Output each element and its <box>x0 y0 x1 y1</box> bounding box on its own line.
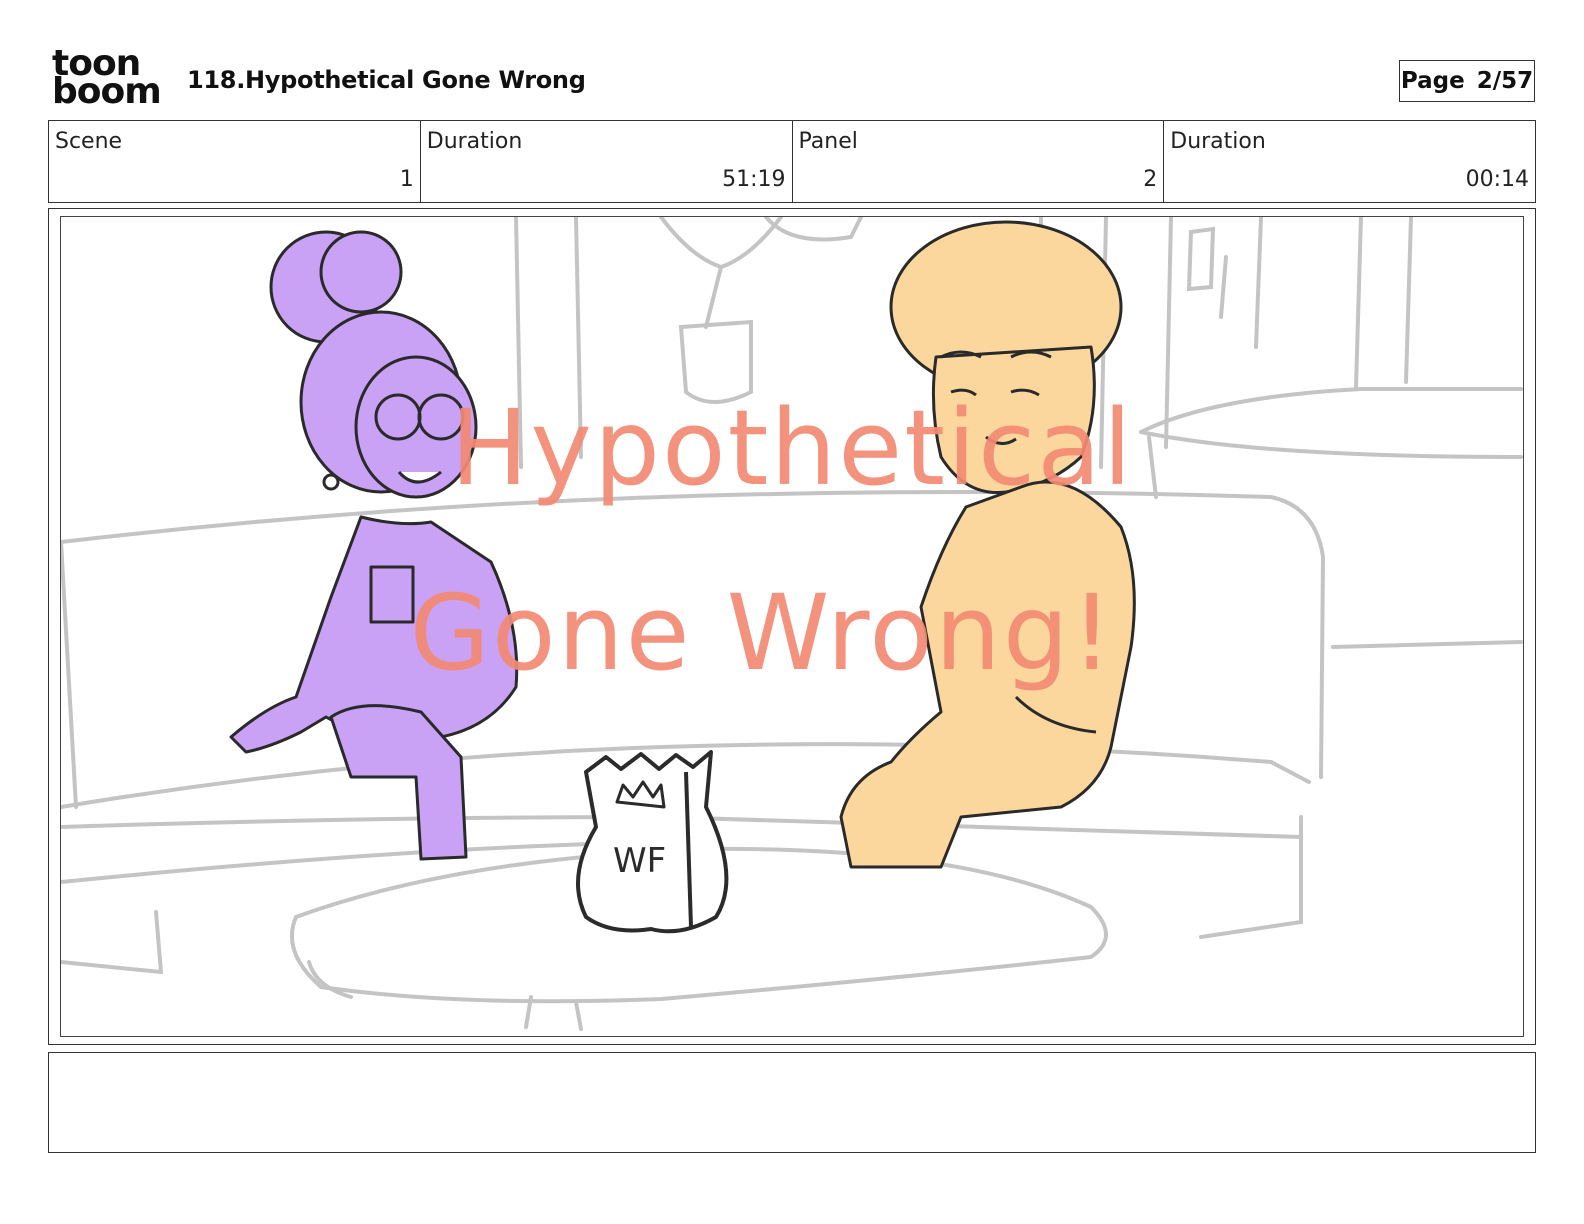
scene-value: 1 <box>399 167 414 192</box>
storyboard-panel-image: WF Hypothetical Gone Wrong! <box>60 216 1524 1037</box>
scene-label: Scene <box>55 129 123 154</box>
panel-cell: Panel 2 <box>793 121 1165 202</box>
panel-notes-box <box>48 1052 1536 1153</box>
panel-info-row: Scene 1 Duration 51:19 Panel 2 Duration … <box>48 120 1536 203</box>
man-character <box>839 220 1136 869</box>
panel-duration-label: Duration <box>1170 129 1266 154</box>
panel-duration-value: 00:14 <box>1465 167 1529 192</box>
bag-letters: WF <box>613 841 666 881</box>
panel-label: Panel <box>798 129 858 154</box>
scene-duration-cell: Duration 51:19 <box>421 121 793 202</box>
panel-duration-cell: Duration 00:14 <box>1164 121 1535 202</box>
watermark-line-2: Gone Wrong! <box>409 572 1115 694</box>
toon-boom-logo: toon boom <box>52 46 164 112</box>
page-indicator: Page 2/57 <box>1399 60 1535 102</box>
scene-cell: Scene 1 <box>49 121 421 202</box>
page-number: 2/57 <box>1476 68 1534 94</box>
page-label: Page <box>1400 68 1465 94</box>
watermark-line-1: Hypothetical <box>450 387 1134 509</box>
panel-value: 2 <box>1143 167 1158 192</box>
scene-duration-value: 51:19 <box>722 167 786 192</box>
scene-duration-label: Duration <box>426 129 523 154</box>
storyboard-title: 118.Hypothetical Gone Wrong <box>187 66 586 94</box>
logo-line-2: boom <box>52 71 162 112</box>
woman-character <box>229 230 519 861</box>
